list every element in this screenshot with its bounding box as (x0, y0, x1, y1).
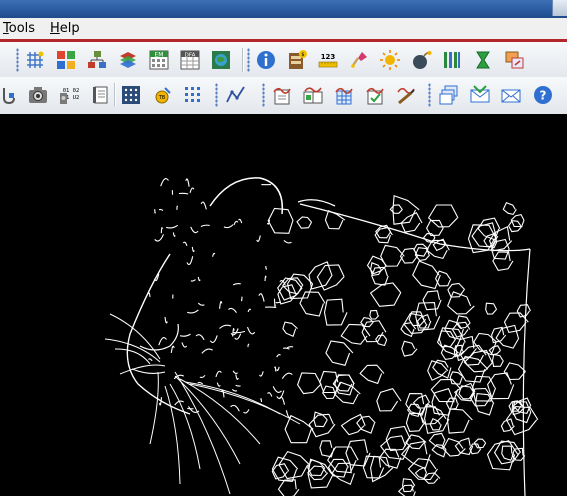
svg-text:$: $ (301, 52, 304, 58)
edge-detected-leopard-image (104, 177, 539, 496)
chart-pad-3-icon[interactable] (331, 82, 357, 108)
menu-bar: Tools Help (0, 18, 567, 42)
toolbar-grip[interactable] (262, 83, 265, 107)
image-canvas[interactable] (0, 114, 567, 496)
svg-text:?: ? (540, 89, 547, 103)
chart-pad-2-icon[interactable] (300, 82, 326, 108)
line-path-icon[interactable] (223, 82, 249, 108)
menu-help[interactable]: Help (50, 21, 80, 36)
dotted-square-icon[interactable] (118, 82, 144, 108)
measure-icon[interactable]: TB (149, 82, 175, 108)
counter-icon[interactable]: $ (284, 47, 310, 73)
hourglass-icon[interactable] (470, 47, 496, 73)
grid-icon[interactable] (22, 47, 48, 73)
window-titlebar (0, 0, 567, 18)
sun-icon[interactable] (377, 47, 403, 73)
toolbar-grip[interactable] (215, 83, 218, 107)
windows-icon[interactable] (436, 82, 462, 108)
toolbar-grip[interactable] (428, 83, 431, 107)
toolbar-separator (114, 83, 115, 107)
bars-icon[interactable] (439, 47, 465, 73)
toolbar-separator (242, 48, 243, 72)
pin-icon[interactable] (346, 47, 372, 73)
grid-dots-icon[interactable] (180, 82, 206, 108)
window-control-button[interactable] (552, 0, 567, 16)
toolbar-secondary: 01 02 U1 U2 TB ? (0, 77, 567, 115)
probe-icon[interactable] (0, 82, 20, 108)
toolbar-main: EM DFA $ 123 (0, 42, 567, 79)
em-label: EM (155, 52, 164, 59)
camera-icon[interactable] (25, 82, 51, 108)
chart-pad-5-icon[interactable] (393, 82, 419, 108)
dfa-label: DFA (185, 53, 196, 59)
menu-tools[interactable]: Tools (3, 21, 35, 36)
book-icon[interactable] (87, 82, 113, 108)
toolbar-grip[interactable] (16, 48, 19, 72)
chart-pad-1-icon[interactable] (269, 82, 295, 108)
chart-pad-4-icon[interactable] (362, 82, 388, 108)
mail-in-icon[interactable] (467, 82, 493, 108)
stack-icon[interactable] (115, 47, 141, 73)
number-123-icon[interactable]: 123 (315, 47, 341, 73)
info-icon[interactable] (253, 47, 279, 73)
globe-icon[interactable] (208, 47, 234, 73)
palette-icon[interactable] (53, 47, 79, 73)
bomb-icon[interactable] (408, 47, 434, 73)
export-icon[interactable] (501, 47, 527, 73)
mail-out-icon[interactable] (498, 82, 524, 108)
em-icon[interactable]: EM (146, 47, 172, 73)
help-icon[interactable]: ? (530, 82, 556, 108)
number-label: 123 (321, 53, 336, 61)
network-icon[interactable] (84, 47, 110, 73)
svg-text:TB: TB (158, 95, 166, 101)
binary-icon[interactable]: 01 02 U1 U2 (56, 82, 82, 108)
dfa-icon[interactable]: DFA (177, 47, 203, 73)
toolbar-grip[interactable] (247, 48, 250, 72)
